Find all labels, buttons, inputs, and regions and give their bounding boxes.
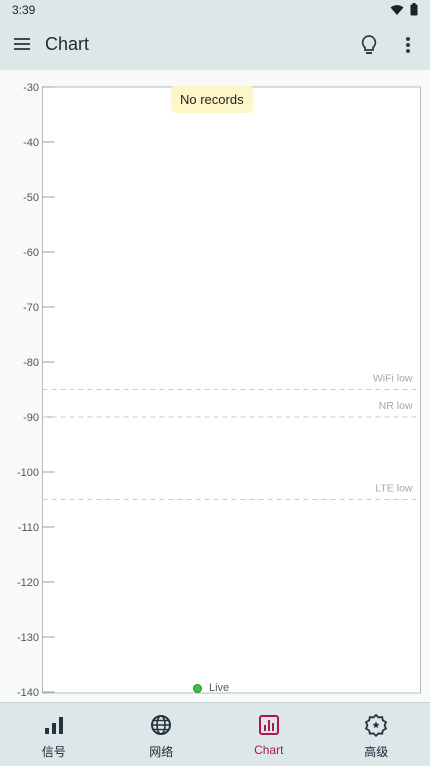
no-records-tooltip: No records <box>171 86 253 113</box>
nav-label-advanced: 高级 <box>364 745 389 759</box>
battery-icon <box>410 3 418 16</box>
nav-item-signal[interactable]: 信号 <box>0 703 108 766</box>
y-tick-label: -40 <box>23 137 39 149</box>
nav-label-signal: 信号 <box>41 745 66 759</box>
nav-item-advanced[interactable]: 高级 <box>323 703 430 766</box>
lightbulb-icon[interactable] <box>356 32 382 58</box>
y-tick-label: -30 <box>23 82 39 94</box>
live-label: Live <box>209 682 230 694</box>
chart-area: -30 -40 -50 -60 -70 -80 -90 -100 -110 -120 -130 -14… <box>0 70 430 702</box>
settings-badge-icon <box>365 713 388 737</box>
globe-icon <box>151 715 172 735</box>
y-tick-label: -130 <box>17 632 39 644</box>
signal-bars-icon <box>44 717 63 734</box>
status-time: 3:39 <box>12 3 36 17</box>
more-options-icon[interactable] <box>398 32 418 58</box>
nav-label-chart: Chart <box>254 743 284 757</box>
y-tick-label: -50 <box>23 192 39 204</box>
y-tick-label: -80 <box>23 357 39 369</box>
nav-item-network[interactable]: 网络 <box>108 703 216 766</box>
wifi-icon <box>390 4 404 15</box>
threshold-label: WiFi low <box>373 373 413 385</box>
threshold-label: LTE low <box>375 483 413 495</box>
page-title: Chart <box>45 34 90 54</box>
status-bar: 3:39 <box>0 0 430 20</box>
signal-chart: -30 -40 -50 -60 -70 -80 -90 -100 -110 -120 -130 -14… <box>17 82 421 699</box>
y-tick-label: -120 <box>17 577 39 589</box>
y-tick-label: -90 <box>23 412 39 424</box>
status-icons <box>390 3 418 16</box>
y-tick-label: -140 <box>17 687 39 699</box>
y-tick-label: -110 <box>18 522 39 534</box>
bottom-nav: 信号 网络 Chart 高级 <box>0 702 430 766</box>
y-tick-label: -70 <box>23 302 39 314</box>
nav-item-chart[interactable]: Chart <box>215 703 323 766</box>
nav-label-network: 网络 <box>149 745 174 759</box>
y-tick-label: -60 <box>23 247 39 259</box>
y-tick-label: -100 <box>17 467 39 479</box>
threshold-label: NR low <box>379 400 413 412</box>
live-dot-icon <box>193 683 202 693</box>
bar-chart-icon <box>258 715 279 735</box>
app-bar: Chart <box>0 20 430 70</box>
menu-icon[interactable] <box>12 33 34 55</box>
live-legend[interactable]: Live <box>193 682 229 694</box>
